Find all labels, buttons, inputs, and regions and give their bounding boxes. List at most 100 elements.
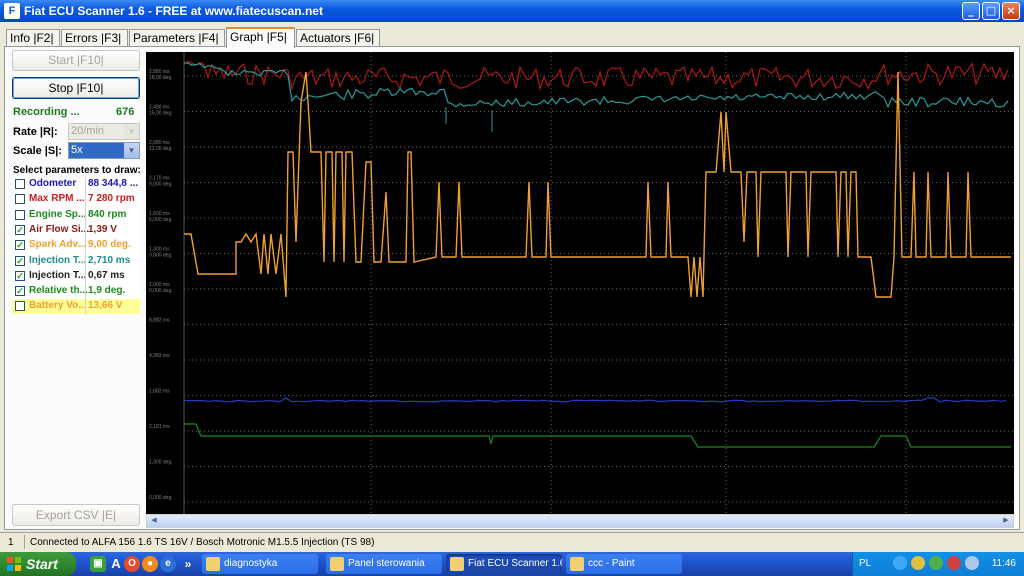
font-app-icon[interactable]: A xyxy=(108,556,124,572)
parameter-value: 2,710 ms xyxy=(88,254,131,266)
scroll-thumb[interactable] xyxy=(161,515,999,527)
recording-status: Recording ... xyxy=(13,106,80,118)
checkbox-checked[interactable]: ✓ xyxy=(15,270,25,281)
scale-value: 5x xyxy=(71,144,83,156)
axis-label: 1,682 ms xyxy=(149,389,170,395)
parameter-value: 7 280 rpm xyxy=(88,193,135,205)
axis-label: 0,000 deg. xyxy=(149,288,173,294)
axis-label: 12,00 deg. xyxy=(149,146,173,152)
parameter-row[interactable]: Engine Sp... 840 rpm xyxy=(12,207,140,223)
parameter-name: Spark Adv... xyxy=(29,239,86,251)
tray-app-icon[interactable] xyxy=(911,556,925,570)
stop-button[interactable]: Stop |F10| xyxy=(12,77,140,99)
recording-count: 676 xyxy=(116,106,135,118)
axis-label: 3,000 deg. xyxy=(149,253,173,259)
parameter-name: Engine Sp... xyxy=(29,208,87,220)
parameter-value: 13,66 V xyxy=(88,300,123,312)
firefox-icon[interactable]: ● xyxy=(142,556,158,572)
status-bar: 1 Connected to ALFA 156 1.6 TS 16V / Bos… xyxy=(0,532,1024,550)
rate-label: Rate |R|: xyxy=(13,126,58,138)
axis-label: 0,000 deg. xyxy=(149,495,173,501)
task-label: ccc - Paint xyxy=(588,558,635,569)
show-more-icon[interactable]: » xyxy=(180,556,196,572)
rate-value: 20/min xyxy=(71,125,105,137)
ie-icon[interactable]: e xyxy=(160,556,176,572)
start-button[interactable]: Start |F10| xyxy=(12,50,140,71)
tab-actuators[interactable]: Actuators |F6| xyxy=(296,29,380,47)
axis-label: 15,00 deg. xyxy=(149,111,173,117)
parameter-row[interactable]: ✓ Relative th... 1,9 deg. xyxy=(12,284,140,300)
start-label: Start xyxy=(26,556,58,572)
connection-status: Connected to ALFA 156 1.6 TS 16V / Bosch… xyxy=(30,537,375,548)
parameter-row[interactable]: Battery Vo... 13,66 V xyxy=(12,299,140,315)
parameter-row[interactable]: ✓ Air Flow Si... 1,39 V xyxy=(12,222,140,238)
network-icon[interactable] xyxy=(893,556,907,570)
scale-select[interactable]: 5x ▼ xyxy=(68,142,140,159)
clock: 11:46 xyxy=(991,558,1016,569)
antivirus-icon[interactable] xyxy=(947,556,961,570)
series-line xyxy=(183,397,1007,403)
taskbar-task[interactable]: Fiat ECU Scanner 1.6... xyxy=(446,554,562,574)
close-button[interactable]: × xyxy=(1002,2,1020,20)
maximize-button[interactable]: □ xyxy=(982,2,1000,20)
parameter-row[interactable]: ✓ Spark Adv... 9,00 deg. xyxy=(12,238,140,254)
task-label: diagnostyka xyxy=(224,558,278,569)
checkbox-checked[interactable]: ✓ xyxy=(15,286,25,297)
checkbox-checked[interactable]: ✓ xyxy=(15,224,25,235)
parameter-value: 0,67 ms xyxy=(88,269,125,281)
checkbox-unchecked[interactable] xyxy=(15,301,25,312)
axis-label: 9,000 deg. xyxy=(149,182,173,188)
language-indicator[interactable]: PL xyxy=(859,558,871,569)
window-title: Fiat ECU Scanner 1.6 - FREE at www.fiate… xyxy=(24,4,323,18)
windows-logo-icon xyxy=(7,557,21,571)
system-tray: PL 11:46 xyxy=(852,552,1024,576)
checkbox-unchecked[interactable] xyxy=(15,179,25,189)
taskbar-task[interactable]: ccc - Paint xyxy=(566,554,682,574)
parameter-row[interactable]: ✓ Injection T... 0,67 ms xyxy=(12,268,140,284)
checkbox-checked[interactable]: ✓ xyxy=(15,255,25,266)
volume-icon[interactable] xyxy=(965,556,979,570)
axis-label: 6,000 deg. xyxy=(149,217,173,223)
rate-select[interactable]: 20/min ▼ xyxy=(68,123,140,140)
tab-errors[interactable]: Errors |F3| xyxy=(61,29,128,47)
export-csv-button[interactable]: Export CSV |E| xyxy=(12,504,140,526)
axis-label: 4,982 ms xyxy=(149,353,170,359)
tab-info[interactable]: Info |F2| xyxy=(6,29,60,47)
parameter-row[interactable]: Max RPM ... 7 280 rpm xyxy=(12,192,140,208)
parameter-row[interactable]: ✓ Injection T... 2,710 ms xyxy=(12,253,140,269)
checkbox-unchecked[interactable] xyxy=(15,194,25,205)
graph-scrollbar[interactable]: ◀ ▶ xyxy=(146,514,1014,528)
status-cell: 1 xyxy=(8,537,14,548)
chevron-down-icon: ▼ xyxy=(124,124,139,139)
task-icon xyxy=(206,557,220,571)
task-label: Panel sterowania xyxy=(348,558,425,569)
taskbar: Start ▣ A O ● e » diagnostyka Panel stero… xyxy=(0,552,1024,576)
scroll-left-icon[interactable]: ◀ xyxy=(147,515,161,527)
checkbox-checked[interactable]: ✓ xyxy=(15,240,25,251)
title-bar[interactable]: F Fiat ECU Scanner 1.6 - FREE at www.fia… xyxy=(0,0,1024,22)
checkbox-unchecked[interactable] xyxy=(15,209,25,220)
tab-parameters[interactable]: Parameters |F4| xyxy=(129,29,225,47)
desktop-icon[interactable]: ▣ xyxy=(90,556,106,572)
opera-icon[interactable]: O xyxy=(124,556,140,572)
start-button-taskbar[interactable]: Start xyxy=(0,552,76,576)
task-label: Fiat ECU Scanner 1.6... xyxy=(468,558,562,569)
app-icon: F xyxy=(4,3,20,19)
parameter-name: Max RPM ... xyxy=(29,193,85,205)
security-icon[interactable] xyxy=(929,556,943,570)
axis-label: 18,00 deg. xyxy=(149,75,173,81)
parameter-value: 88 344,8 ... xyxy=(88,178,139,189)
series-line xyxy=(183,60,1009,92)
scroll-right-icon[interactable]: ▶ xyxy=(999,515,1013,527)
minimize-button[interactable]: _ xyxy=(962,2,980,20)
parameter-row[interactable]: Odometer 88 344,8 ... xyxy=(12,177,140,192)
app-window: F Fiat ECU Scanner 1.6 - FREE at www.fia… xyxy=(0,0,1024,552)
taskbar-task[interactable]: Panel sterowania xyxy=(326,554,442,574)
task-icon xyxy=(330,557,344,571)
parameter-name: Odometer xyxy=(29,178,77,189)
graph-canvas: 2,880 ms 18,00 deg. 2,480 ms 15,00 deg. 2,08… xyxy=(146,52,1014,514)
parameter-name: Injection T... xyxy=(29,254,87,266)
tab-graph[interactable]: Graph |F5| xyxy=(226,27,295,48)
taskbar-task[interactable]: diagnostyka xyxy=(202,554,318,574)
parameter-value: 9,00 deg. xyxy=(88,239,131,251)
